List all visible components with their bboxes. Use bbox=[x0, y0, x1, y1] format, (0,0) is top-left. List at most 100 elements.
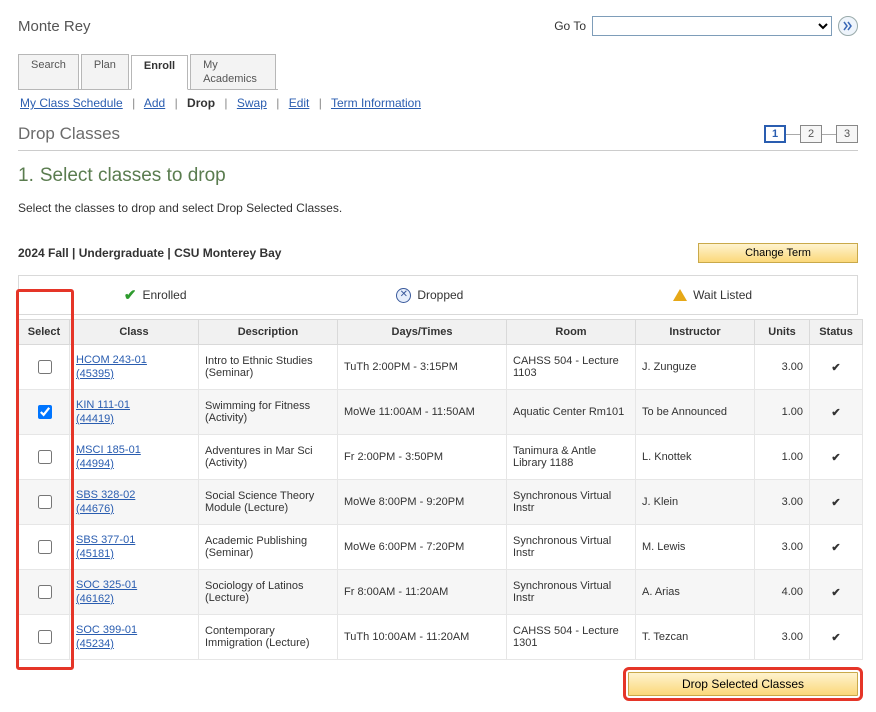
select-checkbox[interactable] bbox=[38, 540, 52, 554]
days-times-cell: MoWe 8:00PM - 9:20PM bbox=[338, 480, 507, 525]
tab-search[interactable]: Search bbox=[18, 54, 79, 89]
room-cell: Synchronous Virtual Instr bbox=[507, 570, 636, 615]
units-cell: 3.00 bbox=[755, 480, 810, 525]
class-link[interactable]: SOC 399-01(45234) bbox=[76, 623, 192, 651]
step-3: 3 bbox=[836, 125, 858, 143]
schedule-table: Select Class Description Days/Times Room… bbox=[18, 319, 863, 660]
step-indicator: 1 2 3 bbox=[764, 125, 858, 143]
tab-my-academics[interactable]: My Academics bbox=[190, 54, 276, 89]
col-units: Units bbox=[755, 320, 810, 345]
col-description: Description bbox=[199, 320, 338, 345]
status-cell: ✔ bbox=[810, 345, 863, 390]
table-row: SBS 328-02(44676)Social Science Theory M… bbox=[19, 480, 863, 525]
room-cell: CAHSS 504 - Lecture 1103 bbox=[507, 345, 636, 390]
days-times-cell: TuTh 2:00PM - 3:15PM bbox=[338, 345, 507, 390]
subnav-drop: Drop bbox=[187, 96, 215, 110]
select-checkbox[interactable] bbox=[38, 450, 52, 464]
step-1: 1 bbox=[764, 125, 786, 143]
status-legend: ✔ Enrolled ✕ Dropped Wait Listed bbox=[18, 275, 858, 315]
subnav-schedule[interactable]: My Class Schedule bbox=[20, 96, 123, 110]
description-cell: Adventures in Mar Sci (Activity) bbox=[199, 435, 338, 480]
enroll-subnav: My Class Schedule | Add | Drop | Swap | … bbox=[20, 96, 858, 110]
select-checkbox[interactable] bbox=[38, 585, 52, 599]
tab-enroll[interactable]: Enroll bbox=[131, 55, 188, 90]
instructor-cell: J. Zunguze bbox=[636, 345, 755, 390]
units-cell: 3.00 bbox=[755, 525, 810, 570]
col-class: Class bbox=[70, 320, 199, 345]
subnav-term-info[interactable]: Term Information bbox=[331, 96, 421, 110]
units-cell: 3.00 bbox=[755, 615, 810, 660]
days-times-cell: MoWe 11:00AM - 11:50AM bbox=[338, 390, 507, 435]
step-title: 1.Select classes to drop bbox=[18, 165, 858, 187]
change-term-button[interactable]: Change Term bbox=[698, 243, 858, 263]
subnav-edit[interactable]: Edit bbox=[289, 96, 310, 110]
table-row: HCOM 243-01(45395)Intro to Ethnic Studie… bbox=[19, 345, 863, 390]
status-cell: ✔ bbox=[810, 435, 863, 480]
col-status: Status bbox=[810, 320, 863, 345]
table-row: SBS 377-01(45181)Academic Publishing (Se… bbox=[19, 525, 863, 570]
class-link[interactable]: KIN 111-01(44419) bbox=[76, 398, 192, 426]
select-checkbox[interactable] bbox=[38, 630, 52, 644]
main-tabs: Search Plan Enroll My Academics bbox=[18, 54, 278, 90]
instructor-cell: M. Lewis bbox=[636, 525, 755, 570]
select-checkbox[interactable] bbox=[38, 360, 52, 374]
legend-waitlisted: Wait Listed bbox=[693, 288, 752, 302]
goto-select[interactable] bbox=[592, 16, 832, 36]
drop-selected-button[interactable]: Drop Selected Classes bbox=[628, 672, 858, 696]
waitlist-icon bbox=[673, 289, 687, 301]
description-cell: Social Science Theory Module (Lecture) bbox=[199, 480, 338, 525]
units-cell: 1.00 bbox=[755, 435, 810, 480]
room-cell: Tanimura & Antle Library 1188 bbox=[507, 435, 636, 480]
page-heading: Drop Classes bbox=[18, 124, 120, 144]
description-cell: Academic Publishing (Seminar) bbox=[199, 525, 338, 570]
legend-enrolled: Enrolled bbox=[142, 288, 186, 302]
table-row: KIN 111-01(44419)Swimming for Fitness (A… bbox=[19, 390, 863, 435]
instructor-cell: A. Arias bbox=[636, 570, 755, 615]
room-cell: CAHSS 504 - Lecture 1301 bbox=[507, 615, 636, 660]
table-row: SOC 325-01(46162)Sociology of Latinos (L… bbox=[19, 570, 863, 615]
class-link[interactable]: MSCI 185-01(44994) bbox=[76, 443, 192, 471]
double-chevron-right-icon bbox=[843, 21, 853, 31]
room-cell: Aquatic Center Rm101 bbox=[507, 390, 636, 435]
term-label: 2024 Fall | Undergraduate | CSU Monterey… bbox=[18, 246, 281, 260]
instructions: Select the classes to drop and select Dr… bbox=[18, 201, 858, 215]
legend-dropped: Dropped bbox=[417, 288, 463, 302]
description-cell: Sociology of Latinos (Lecture) bbox=[199, 570, 338, 615]
instructor-cell: J. Klein bbox=[636, 480, 755, 525]
description-cell: Swimming for Fitness (Activity) bbox=[199, 390, 338, 435]
days-times-cell: Fr 2:00PM - 3:50PM bbox=[338, 435, 507, 480]
col-room: Room bbox=[507, 320, 636, 345]
table-row: SOC 399-01(45234)Contemporary Immigratio… bbox=[19, 615, 863, 660]
subnav-add[interactable]: Add bbox=[144, 96, 165, 110]
col-days-times: Days/Times bbox=[338, 320, 507, 345]
select-checkbox[interactable] bbox=[38, 495, 52, 509]
class-link[interactable]: SOC 325-01(46162) bbox=[76, 578, 192, 606]
days-times-cell: Fr 8:00AM - 11:20AM bbox=[338, 570, 507, 615]
days-times-cell: MoWe 6:00PM - 7:20PM bbox=[338, 525, 507, 570]
status-cell: ✔ bbox=[810, 480, 863, 525]
goto-go-button[interactable] bbox=[838, 16, 858, 36]
status-cell: ✔ bbox=[810, 570, 863, 615]
description-cell: Intro to Ethnic Studies (Seminar) bbox=[199, 345, 338, 390]
instructor-cell: L. Knottek bbox=[636, 435, 755, 480]
units-cell: 3.00 bbox=[755, 345, 810, 390]
tab-plan[interactable]: Plan bbox=[81, 54, 129, 89]
status-cell: ✔ bbox=[810, 525, 863, 570]
enrolled-icon: ✔ bbox=[124, 286, 137, 304]
days-times-cell: TuTh 10:00AM - 11:20AM bbox=[338, 615, 507, 660]
status-cell: ✔ bbox=[810, 390, 863, 435]
instructor-cell: To be Announced bbox=[636, 390, 755, 435]
room-cell: Synchronous Virtual Instr bbox=[507, 525, 636, 570]
description-cell: Contemporary Immigration (Lecture) bbox=[199, 615, 338, 660]
class-link[interactable]: SBS 328-02(44676) bbox=[76, 488, 192, 516]
step-2: 2 bbox=[800, 125, 822, 143]
units-cell: 4.00 bbox=[755, 570, 810, 615]
goto-label: Go To bbox=[554, 19, 586, 33]
class-link[interactable]: SBS 377-01(45181) bbox=[76, 533, 192, 561]
select-checkbox[interactable] bbox=[38, 405, 52, 419]
room-cell: Synchronous Virtual Instr bbox=[507, 480, 636, 525]
subnav-swap[interactable]: Swap bbox=[237, 96, 267, 110]
class-link[interactable]: HCOM 243-01(45395) bbox=[76, 353, 192, 381]
col-instructor: Instructor bbox=[636, 320, 755, 345]
dropped-icon: ✕ bbox=[396, 288, 411, 303]
